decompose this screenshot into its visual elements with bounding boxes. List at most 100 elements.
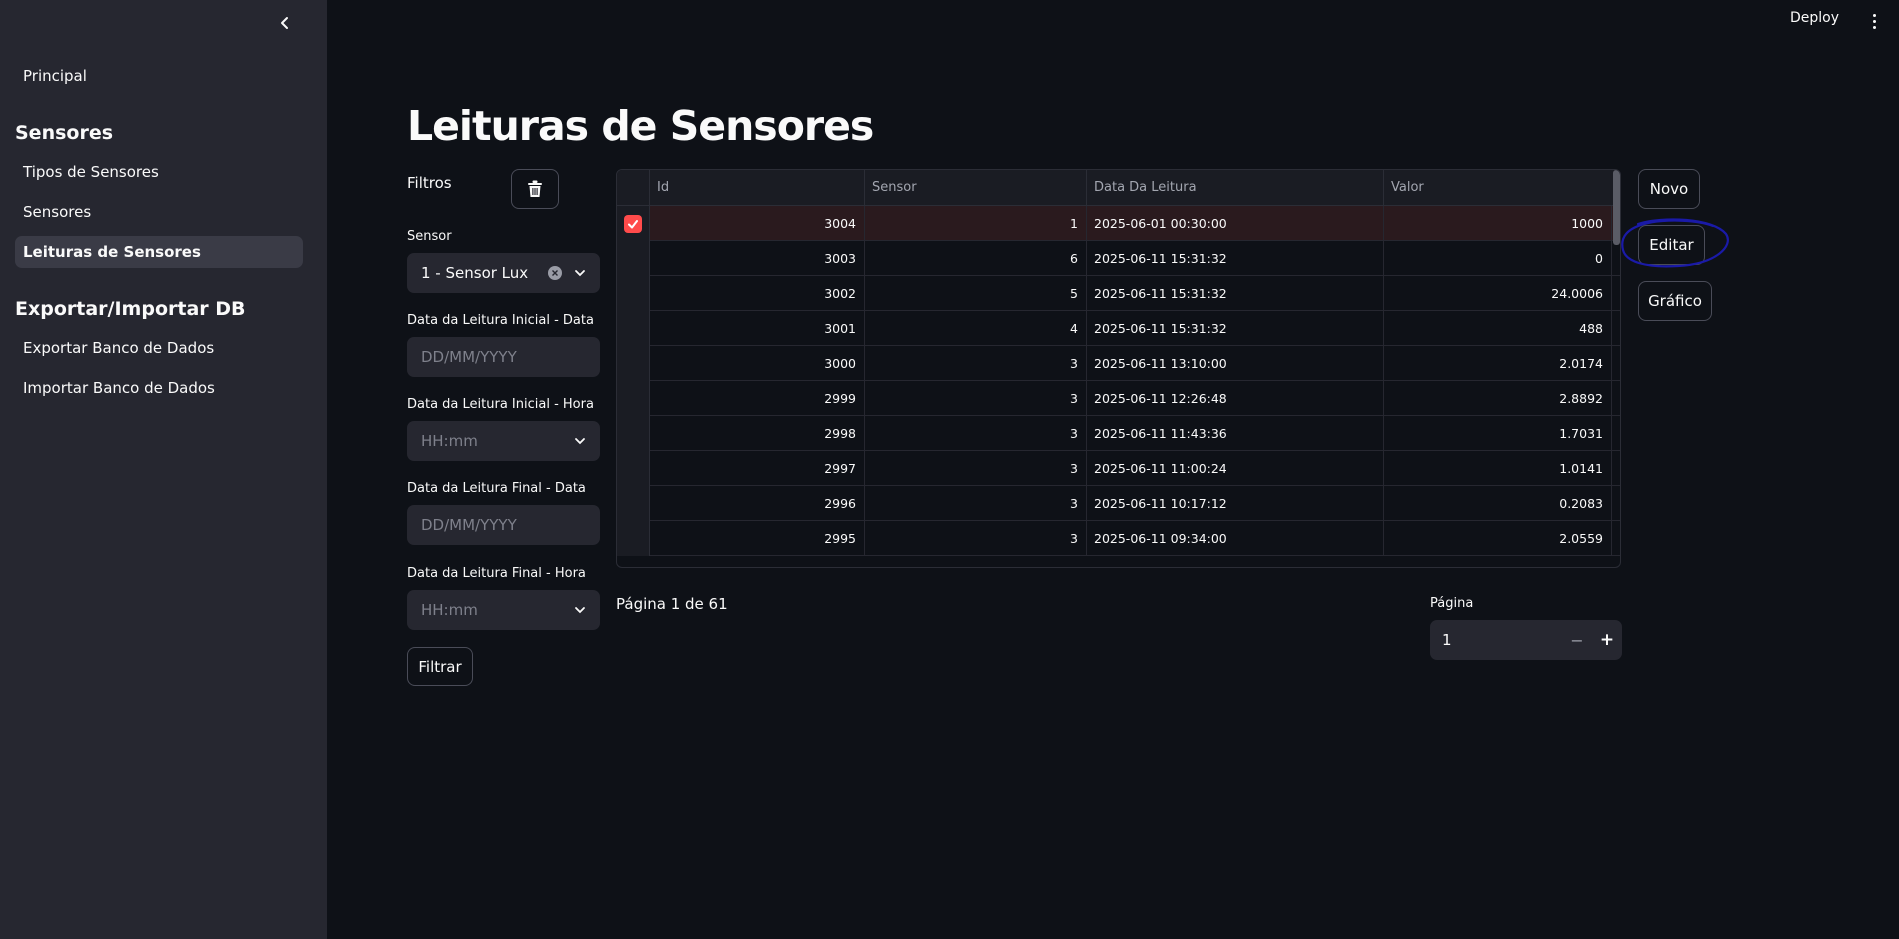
final-data-label: Data da Leitura Final - Data: [407, 481, 586, 496]
cell-sensor[interactable]: 5: [865, 276, 1087, 311]
sensor-label: Sensor: [407, 229, 452, 244]
cell-data-da-leitura[interactable]: 2025-06-11 11:43:36: [1087, 416, 1384, 451]
cell-valor[interactable]: 0: [1384, 241, 1612, 276]
collapse-sidebar-button[interactable]: [274, 12, 296, 34]
inicial-hora-select[interactable]: HH:mm: [407, 421, 600, 461]
readings-table: Id Sensor Data Da Leitura Valor 3004 1 202…: [616, 169, 1621, 568]
row-select-cell[interactable]: [617, 451, 650, 486]
sidebar-item-tipos-de-sensores[interactable]: Tipos de Sensores: [15, 156, 303, 188]
row-select-cell[interactable]: [617, 521, 650, 556]
column-header-data-da-leitura[interactable]: Data Da Leitura: [1087, 170, 1384, 206]
cell-id[interactable]: 2999: [650, 381, 865, 416]
page-number-stepper[interactable]: 1 − +: [1430, 620, 1622, 660]
row-select-cell[interactable]: [617, 346, 650, 381]
increment-button[interactable]: +: [1592, 620, 1622, 660]
cell-id[interactable]: 3004: [650, 206, 865, 241]
checked-checkbox-icon[interactable]: [624, 214, 642, 233]
row-select-cell[interactable]: [617, 486, 650, 521]
cell-valor[interactable]: 0.2083: [1384, 486, 1612, 521]
cell-sensor[interactable]: 3: [865, 416, 1087, 451]
cell-sensor[interactable]: 3: [865, 486, 1087, 521]
decrement-button[interactable]: −: [1562, 620, 1592, 660]
table-row[interactable]: 2997 3 2025-06-11 11:00:24 1.0141: [617, 451, 1620, 486]
editar-button[interactable]: Editar: [1638, 225, 1705, 265]
cell-data-da-leitura[interactable]: 2025-06-11 15:31:32: [1087, 241, 1384, 276]
cell-id[interactable]: 2997: [650, 451, 865, 486]
table-row[interactable]: 3002 5 2025-06-11 15:31:32 24.0006: [617, 276, 1620, 311]
row-select-cell[interactable]: [617, 381, 650, 416]
cell-data-da-leitura[interactable]: 2025-06-11 11:00:24: [1087, 451, 1384, 486]
chevron-down-icon: [575, 270, 585, 277]
sidebar-item-label: Exportar Banco de Dados: [23, 339, 215, 357]
table-row[interactable]: 3000 3 2025-06-11 13:10:00 2.0174: [617, 346, 1620, 381]
row-select-cell[interactable]: [617, 241, 650, 276]
deploy-button[interactable]: Deploy: [1790, 10, 1839, 26]
cell-sensor[interactable]: 3: [865, 346, 1087, 381]
inicial-data-field[interactable]: [407, 337, 600, 377]
cell-id[interactable]: 2998: [650, 416, 865, 451]
table-row[interactable]: 2999 3 2025-06-11 12:26:48 2.8892: [617, 381, 1620, 416]
column-header-valor[interactable]: Valor: [1384, 170, 1620, 206]
cell-data-da-leitura[interactable]: 2025-06-11 15:31:32: [1087, 276, 1384, 311]
table-row[interactable]: 3001 4 2025-06-11 15:31:32 488: [617, 311, 1620, 346]
cell-id[interactable]: 3003: [650, 241, 865, 276]
cell-id[interactable]: 2996: [650, 486, 865, 521]
sidebar-item-exportar-banco[interactable]: Exportar Banco de Dados: [15, 332, 303, 364]
cell-valor[interactable]: 1.7031: [1384, 416, 1612, 451]
row-select-cell[interactable]: [617, 206, 650, 241]
cell-data-da-leitura[interactable]: 2025-06-11 09:34:00: [1087, 521, 1384, 556]
inicial-data-label: Data da Leitura Inicial - Data: [407, 313, 594, 328]
cell-valor[interactable]: 1000: [1384, 206, 1612, 241]
row-select-cell[interactable]: [617, 276, 650, 311]
cell-data-da-leitura[interactable]: 2025-06-11 12:26:48: [1087, 381, 1384, 416]
inicial-data-input[interactable]: [421, 348, 581, 366]
page-number-value[interactable]: 1: [1442, 631, 1452, 649]
sensor-select-value: 1 - Sensor Lux: [421, 264, 529, 282]
cell-valor[interactable]: 1.0141: [1384, 451, 1612, 486]
cell-sensor[interactable]: 3: [865, 451, 1087, 486]
sidebar-item-label: Principal: [23, 67, 87, 85]
table-scrollbar[interactable]: [1613, 170, 1620, 245]
sidebar-item-leituras-de-sensores[interactable]: Leituras de Sensores: [15, 236, 303, 268]
cell-id[interactable]: 3002: [650, 276, 865, 311]
cell-sensor[interactable]: 1: [865, 206, 1087, 241]
cell-sensor[interactable]: 3: [865, 521, 1087, 556]
cell-data-da-leitura[interactable]: 2025-06-01 00:30:00: [1087, 206, 1384, 241]
cell-sensor[interactable]: 3: [865, 381, 1087, 416]
table-row[interactable]: 2998 3 2025-06-11 11:43:36 1.7031: [617, 416, 1620, 451]
main-menu-kebab-icon[interactable]: [1868, 10, 1880, 32]
cell-valor[interactable]: 2.8892: [1384, 381, 1612, 416]
cell-data-da-leitura[interactable]: 2025-06-11 15:31:32: [1087, 311, 1384, 346]
grafico-button[interactable]: Gráfico: [1638, 281, 1712, 321]
cell-id[interactable]: 3001: [650, 311, 865, 346]
cell-valor[interactable]: 488: [1384, 311, 1612, 346]
sensor-select[interactable]: 1 - Sensor Lux: [407, 253, 600, 293]
cell-sensor[interactable]: 4: [865, 311, 1087, 346]
clear-selection-icon[interactable]: [548, 266, 562, 280]
novo-button[interactable]: Novo: [1638, 169, 1700, 209]
sidebar-item-sensores[interactable]: Sensores: [15, 196, 303, 228]
cell-valor[interactable]: 2.0559: [1384, 521, 1612, 556]
table-row[interactable]: 3004 1 2025-06-01 00:30:00 1000: [617, 206, 1620, 241]
filtrar-button[interactable]: Filtrar: [407, 647, 473, 686]
cell-data-da-leitura[interactable]: 2025-06-11 13:10:00: [1087, 346, 1384, 381]
cell-id[interactable]: 2995: [650, 521, 865, 556]
cell-id[interactable]: 3000: [650, 346, 865, 381]
sidebar-item-principal[interactable]: Principal: [15, 60, 303, 92]
column-header-id[interactable]: Id: [650, 170, 865, 206]
final-data-field[interactable]: [407, 505, 600, 545]
cell-data-da-leitura[interactable]: 2025-06-11 10:17:12: [1087, 486, 1384, 521]
row-select-cell[interactable]: [617, 416, 650, 451]
table-row[interactable]: 3003 6 2025-06-11 15:31:32 0: [617, 241, 1620, 276]
sidebar-item-importar-banco[interactable]: Importar Banco de Dados: [15, 372, 303, 404]
column-header-sensor[interactable]: Sensor: [865, 170, 1087, 206]
table-row[interactable]: 2995 3 2025-06-11 09:34:00 2.0559: [617, 521, 1620, 556]
clear-filters-button[interactable]: [511, 169, 559, 209]
cell-sensor[interactable]: 6: [865, 241, 1087, 276]
row-select-cell[interactable]: [617, 311, 650, 346]
table-row[interactable]: 2996 3 2025-06-11 10:17:12 0.2083: [617, 486, 1620, 521]
cell-valor[interactable]: 24.0006: [1384, 276, 1612, 311]
cell-valor[interactable]: 2.0174: [1384, 346, 1612, 381]
final-data-input[interactable]: [421, 516, 581, 534]
final-hora-select[interactable]: HH:mm: [407, 590, 600, 630]
